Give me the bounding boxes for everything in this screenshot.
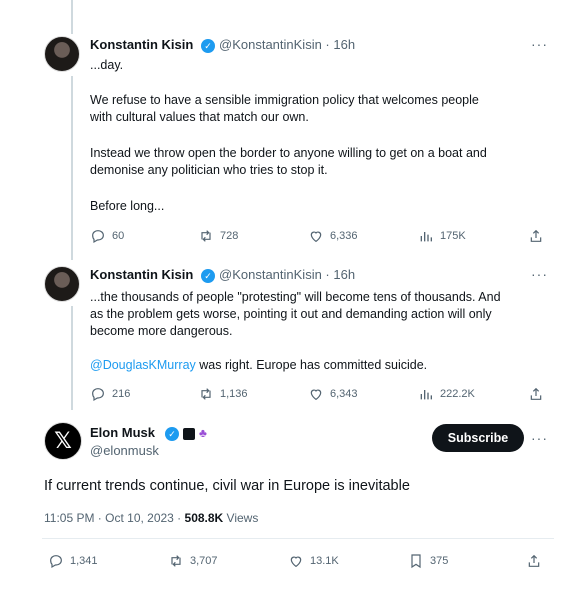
thread-connector [71,306,73,410]
like-count: 6,336 [330,230,358,242]
tweet-text-line: as the problem gets worse, pointing it o… [90,307,492,321]
like-button[interactable]: 13.1K [288,553,339,569]
affiliation-badge-icon [183,428,195,440]
views-label: Views [223,511,259,525]
tweet-text-line: ...the thousands of people "protesting" … [90,290,501,304]
tweet-timestamp[interactable]: 11:05 PM · Oct 10, 2023 · 508.8K Views [44,511,258,525]
subscribe-button[interactable]: Subscribe [432,424,524,452]
tweet-text-line: with cultural values that match our own. [90,110,309,124]
heart-icon [310,231,322,243]
author-name[interactable]: Elon Musk [90,425,155,440]
like-count: 13.1K [310,555,339,567]
thread-connector [71,0,73,34]
repost-count: 3,707 [190,555,218,567]
heart-icon [290,556,302,568]
repost-button[interactable]: 3,707 [168,553,218,569]
like-count: 6,343 [330,388,358,400]
divider [42,538,554,539]
tweet-text-rest: was right. Europe has committed suicide. [195,358,428,372]
reply-button[interactable]: 216 [90,386,130,402]
share-button[interactable] [528,228,550,244]
repost-icon [171,555,181,567]
views-count: 222.2K [440,388,475,400]
tweet-text: If current trends continue, civil war in… [44,478,410,494]
x-logo-avatar[interactable]: 𝕏 [44,422,82,460]
tweet-text-line: We refuse to have a sensible immigration… [90,93,479,107]
reply-count: 216 [112,388,131,400]
reply-icon [92,230,104,244]
views-count: 175K [440,230,466,242]
author-handle[interactable]: @KonstantinKisin · 16h [219,37,355,52]
tweet-text-line: Instead we throw open the border to anyo… [90,146,487,160]
verified-badge-icon: ✓ [201,39,215,53]
more-options-icon[interactable]: ··· [531,36,548,52]
share-icon [528,554,540,567]
tweet-text-line: Before long... [90,199,165,213]
timestamp-text: 11:05 PM · Oct 10, 2023 · [44,511,185,525]
repost-icon [201,388,211,400]
repost-button[interactable]: 728 [198,228,238,244]
verified-badge-icon: ✓ [165,427,179,441]
reply-icon [92,388,104,402]
views-chart-icon [420,390,432,400]
bookmark-button[interactable]: 375 [408,553,448,569]
profile-emoji-icon: ♣ [199,426,207,440]
author-handle[interactable]: @KonstantinKisin · 16h [219,267,355,282]
tweet-text-line: @DouglasKMurray was right. Europe has co… [90,357,427,374]
reply-icon [50,555,62,569]
reply-button[interactable]: 1,341 [48,553,98,569]
avatar[interactable] [44,36,80,72]
heart-icon [310,389,322,401]
bookmark-count: 375 [430,555,449,567]
repost-icon [201,230,211,242]
thread-connector [71,76,73,260]
author-name[interactable]: Konstantin Kisin [90,267,193,282]
author-handle[interactable]: @elonmusk [90,443,159,458]
mention-link[interactable]: @DouglasKMurray [90,358,196,372]
reply-button[interactable]: 60 [90,228,124,244]
reply-count: 1,341 [70,555,98,567]
share-icon [530,229,542,242]
views-total: 508.8K [184,511,224,525]
author-name[interactable]: Konstantin Kisin [90,37,193,52]
tweet-text-line: become more dangerous. [90,324,233,338]
views-button[interactable]: 175K [418,228,466,244]
share-icon [530,387,542,400]
more-options-icon[interactable]: ··· [531,430,548,446]
repost-count: 1,136 [220,388,248,400]
repost-count: 728 [220,230,239,242]
repost-button[interactable]: 1,136 [198,386,248,402]
tweet-thread: Konstantin Kisin ✓ @KonstantinKisin · 16… [10,0,564,600]
share-button[interactable] [528,386,550,402]
bookmark-icon [411,554,421,569]
like-button[interactable]: 6,336 [308,228,358,244]
tweet-text-line: demonise any politician who tries to sto… [90,163,328,177]
like-button[interactable]: 6,343 [308,386,358,402]
views-button[interactable]: 222.2K [418,386,475,402]
more-options-icon[interactable]: ··· [531,266,548,282]
share-button[interactable] [526,553,548,569]
verified-badge-icon: ✓ [201,269,215,283]
views-chart-icon [420,232,432,242]
tweet-text-line: ...day. [90,58,124,72]
reply-count: 60 [112,230,125,242]
avatar[interactable] [44,266,80,302]
